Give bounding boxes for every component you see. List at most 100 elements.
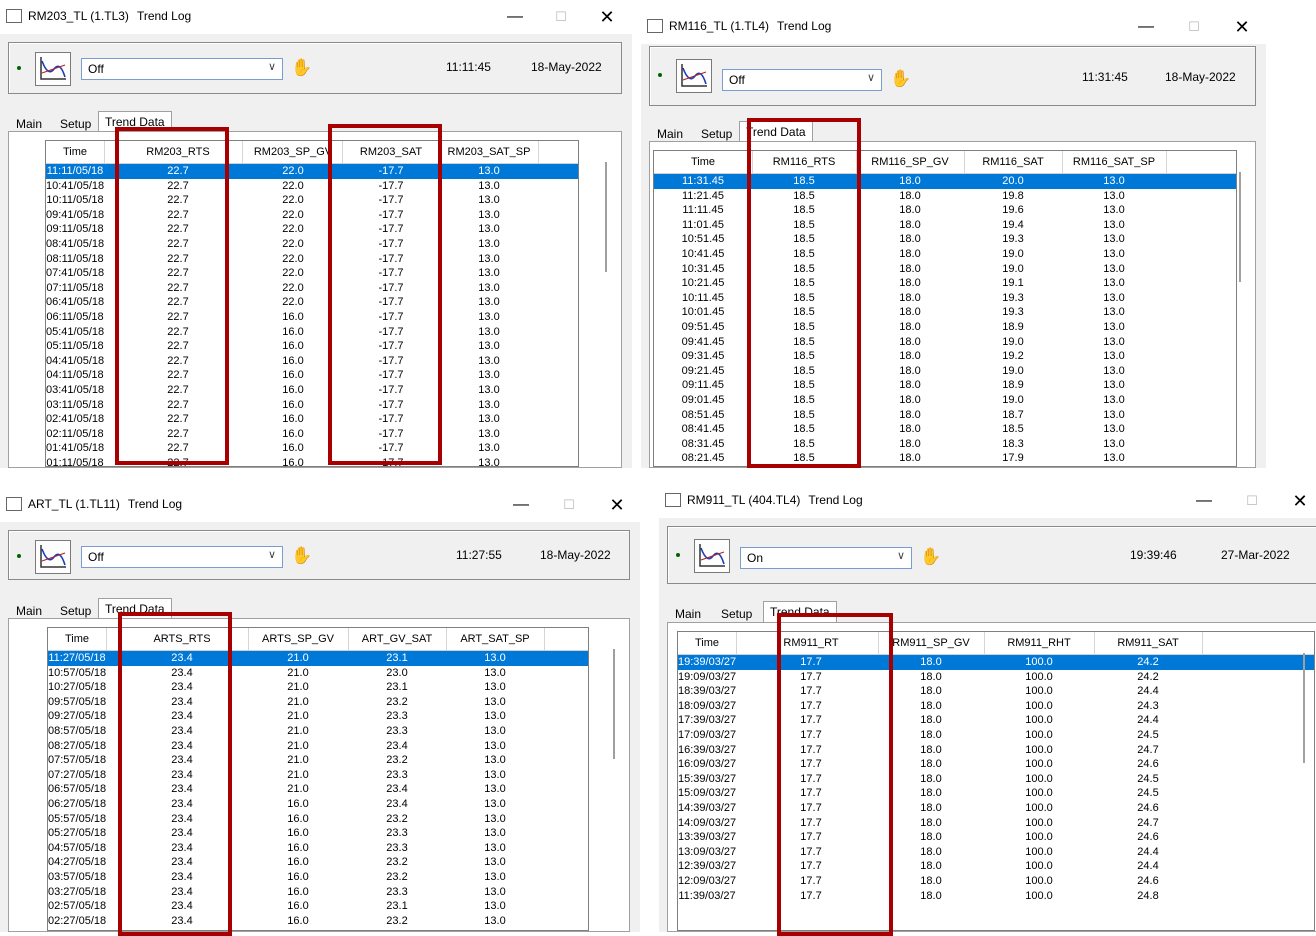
- column-header[interactable]: ART_GV_SAT: [348, 628, 447, 650]
- table-row[interactable]: 10:01.45 18.5 18.0 19.3 13.0: [654, 305, 1236, 320]
- table-cell: 23.4: [386, 739, 408, 752]
- column-header[interactable]: ARTS_SP_GV: [248, 628, 349, 650]
- table-row[interactable]: 13:09/03/27 17.7 18.0 100.0 24.4: [678, 845, 1314, 860]
- table-row[interactable]: 08:51.45 18.5 18.0 18.7 13.0: [654, 408, 1236, 423]
- trend-log-icon[interactable]: [676, 59, 712, 93]
- table-cell: 10:21.45: [681, 277, 725, 290]
- trend-log-icon[interactable]: [35, 540, 71, 574]
- hand-icon[interactable]: ✋: [890, 69, 911, 89]
- table-row[interactable]: 14:09/03/27 17.7 18.0 100.0 24.7: [678, 816, 1314, 831]
- close-button[interactable]: ✕: [594, 492, 640, 518]
- close-button[interactable]: ✕: [584, 4, 630, 30]
- minimize-button[interactable]: —: [1181, 488, 1227, 514]
- mode-select[interactable]: Off ∨: [722, 69, 882, 91]
- table-row[interactable]: 09:41.45 18.5 18.0 19.0 13.0: [654, 335, 1236, 350]
- table-row[interactable]: 09:21.45 18.5 18.0 19.0 13.0: [654, 364, 1236, 379]
- table-cell: 13.0: [478, 310, 500, 323]
- table-row[interactable]: 08:21.45 18.5 18.0 17.9 13.0: [654, 451, 1236, 466]
- table-row[interactable]: 15:39/03/27 17.7 18.0 100.0 24.5: [678, 772, 1314, 787]
- trend-log-icon[interactable]: [694, 539, 730, 573]
- table-cell: 13.0: [1103, 262, 1125, 275]
- column-header[interactable]: Time: [48, 628, 107, 650]
- table-row[interactable]: 19:39/03/27 17.7 18.0 100.0 24.2: [678, 655, 1314, 670]
- table-row[interactable]: 09:11.45 18.5 18.0 18.9 13.0: [654, 378, 1236, 393]
- table-row[interactable]: 08:31.45 18.5 18.0 18.3 13.0: [654, 437, 1236, 452]
- table-row[interactable]: 10:11.45 18.5 18.0 19.3 13.0: [654, 291, 1236, 306]
- table-row[interactable]: 18:39/03/27 17.7 18.0 100.0 24.4: [678, 684, 1314, 699]
- table-row[interactable]: 10:41.45 18.5 18.0 19.0 13.0: [654, 247, 1236, 262]
- table-row[interactable]: 08:41.45 18.5 18.0 18.5 13.0: [654, 422, 1236, 437]
- vertical-scrollbar[interactable]: [1239, 172, 1241, 282]
- maximize-button[interactable]: ☐: [538, 4, 584, 30]
- trend-data-grid[interactable]: Time RM911_RT RM911_SP_GV RM911_RHT RM911_SA…: [677, 631, 1315, 931]
- table-row[interactable]: 14:39/03/27 17.7 18.0 100.0 24.6: [678, 801, 1314, 816]
- title-bar[interactable]: ART_TL (1.TL11) Trend Log — ☐ ✕: [0, 488, 640, 522]
- hand-icon[interactable]: ✋: [920, 547, 941, 567]
- table-cell: 11:31.45: [681, 175, 724, 187]
- table-row[interactable]: 18:09/03/27 17.7 18.0 100.0 24.3: [678, 699, 1314, 714]
- vertical-scrollbar[interactable]: [605, 162, 607, 272]
- column-header[interactable]: ART_SAT_SP: [446, 628, 545, 650]
- column-header[interactable]: RM203_SAT_SP: [440, 141, 539, 163]
- vertical-scrollbar[interactable]: [613, 649, 615, 759]
- table-cell: 13.0: [478, 398, 500, 411]
- mode-select[interactable]: Off ∨: [81, 58, 283, 80]
- column-header[interactable]: RM116_SAT: [964, 151, 1063, 173]
- column-header[interactable]: RM116_SP_GV: [856, 151, 965, 173]
- table-row[interactable]: 09:01.45 18.5 18.0 19.0 13.0: [654, 393, 1236, 408]
- title-bar[interactable]: RM203_TL (1.TL3) Trend Log — ☐ ✕: [0, 0, 632, 34]
- table-row[interactable]: 15:09/03/27 17.7 18.0 100.0 24.5: [678, 786, 1314, 801]
- grid-header: Time RM116_RTS RM116_SP_GV RM116_SAT RM116_S…: [654, 151, 1236, 174]
- table-row[interactable]: 17:09/03/27 17.7 18.0 100.0 24.5: [678, 728, 1314, 743]
- table-row[interactable]: 19:09/03/27 17.7 18.0 100.0 24.2: [678, 670, 1314, 685]
- table-row[interactable]: 11:01.45 18.5 18.0 19.4 13.0: [654, 218, 1236, 233]
- minimize-button[interactable]: —: [498, 492, 544, 518]
- table-row[interactable]: 13:39/03/27 17.7 18.0 100.0 24.6: [678, 830, 1314, 845]
- column-header[interactable]: RM911_RHT: [984, 632, 1095, 654]
- maximize-button[interactable]: ☐: [1229, 488, 1275, 514]
- close-button[interactable]: ✕: [1219, 14, 1265, 40]
- column-header[interactable]: Time: [46, 141, 105, 163]
- title-bar[interactable]: RM116_TL (1.TL4) Trend Log — ☐ ✕: [641, 10, 1266, 44]
- column-header[interactable]: Time: [678, 632, 737, 654]
- minimize-button[interactable]: —: [492, 4, 538, 30]
- tab-main[interactable]: Main: [669, 604, 707, 624]
- app-icon: [647, 19, 663, 33]
- table-row[interactable]: 09:31.45 18.5 18.0 19.2 13.0: [654, 349, 1236, 364]
- column-header[interactable]: RM911_SAT: [1094, 632, 1203, 654]
- table-row[interactable]: 10:31.45 18.5 18.0 19.0 13.0: [654, 262, 1236, 277]
- close-button[interactable]: ✕: [1277, 488, 1316, 514]
- table-cell: 23.4: [386, 783, 408, 796]
- table-cell: 24.4: [1137, 860, 1159, 873]
- mode-select[interactable]: On ∨: [740, 547, 912, 569]
- column-header[interactable]: RM911_SP_GV: [878, 632, 985, 654]
- table-row[interactable]: 11:39/03/27 17.7 18.0 100.0 24.8: [678, 889, 1314, 904]
- mode-select[interactable]: Off ∨: [81, 546, 283, 568]
- table-cell: 06:27/05/18: [48, 797, 107, 810]
- table-cell: 19.3: [1002, 291, 1024, 304]
- table-row[interactable]: 11:21.45 18.5 18.0 19.8 13.0: [654, 189, 1236, 204]
- tab-setup[interactable]: Setup: [715, 604, 758, 624]
- hand-icon[interactable]: ✋: [291, 58, 312, 78]
- table-row[interactable]: 17:39/03/27 17.7 18.0 100.0 24.4: [678, 713, 1314, 728]
- trend-log-icon[interactable]: [35, 52, 71, 86]
- vertical-scrollbar[interactable]: [1303, 653, 1305, 763]
- table-row[interactable]: 12:39/03/27 17.7 18.0 100.0 24.4: [678, 859, 1314, 874]
- table-row[interactable]: 11:31.45 18.5 18.0 20.0 13.0: [654, 174, 1236, 189]
- table-cell: 19.0: [1002, 364, 1024, 377]
- table-row[interactable]: 10:21.45 18.5 18.0 19.1 13.0: [654, 276, 1236, 291]
- hand-icon[interactable]: ✋: [291, 546, 312, 566]
- maximize-button[interactable]: ☐: [1171, 14, 1217, 40]
- title-bar[interactable]: RM911_TL (404.TL4) Trend Log — ☐ ✕: [659, 484, 1316, 518]
- table-row[interactable]: 09:51.45 18.5 18.0 18.9 13.0: [654, 320, 1236, 335]
- trend-data-grid[interactable]: Time RM116_RTS RM116_SP_GV RM116_SAT RM116_S…: [653, 150, 1237, 467]
- table-row[interactable]: 11:11.45 18.5 18.0 19.6 13.0: [654, 203, 1236, 218]
- table-row[interactable]: 16:09/03/27 17.7 18.0 100.0 24.6: [678, 757, 1314, 772]
- table-row[interactable]: 16:39/03/27 17.7 18.0 100.0 24.7: [678, 743, 1314, 758]
- column-header[interactable]: Time: [654, 151, 753, 173]
- table-row[interactable]: 10:51.45 18.5 18.0 19.3 13.0: [654, 232, 1236, 247]
- table-row[interactable]: 12:09/03/27 17.7 18.0 100.0 24.6: [678, 874, 1314, 889]
- minimize-button[interactable]: —: [1123, 14, 1169, 40]
- maximize-button[interactable]: ☐: [546, 492, 592, 518]
- column-header[interactable]: RM116_SAT_SP: [1062, 151, 1167, 173]
